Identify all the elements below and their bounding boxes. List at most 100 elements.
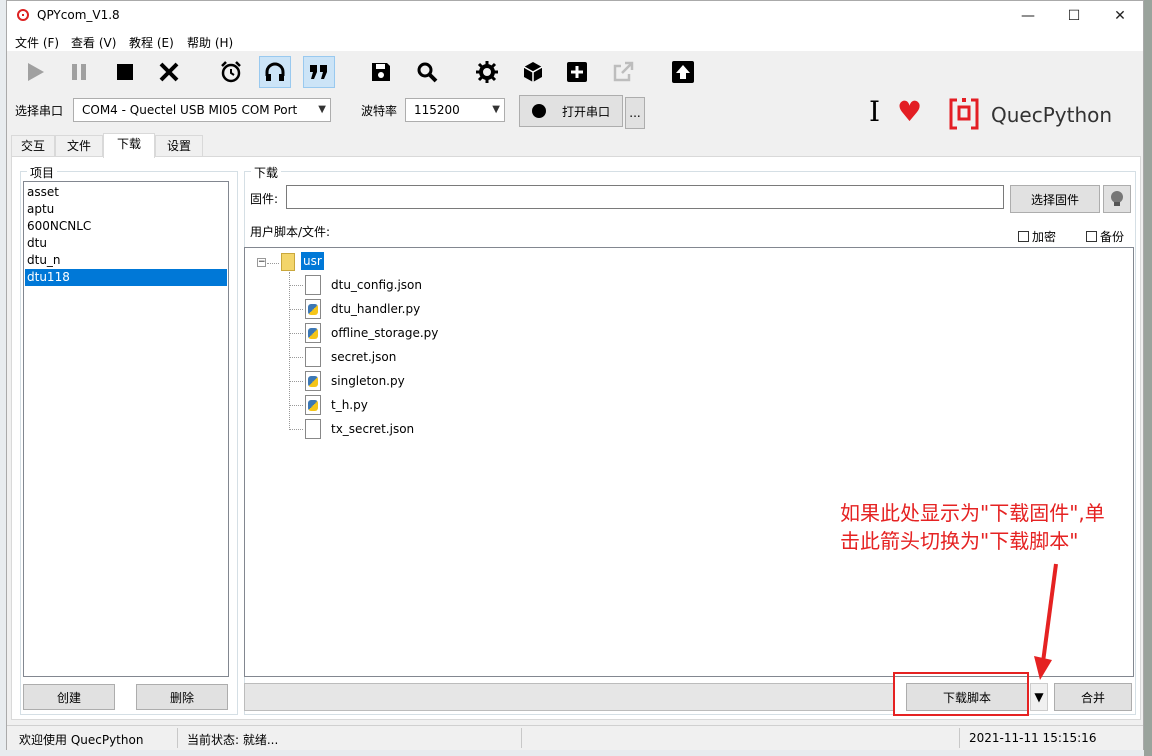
list-item-selected[interactable]: dtu118 <box>25 269 227 286</box>
tree-file-item[interactable]: dtu_handler.py <box>305 299 420 319</box>
python-file-icon <box>305 299 321 319</box>
quote-icon[interactable] <box>303 56 335 88</box>
tree-file-item[interactable]: singleton.py <box>305 371 405 391</box>
close-window-button[interactable]: ✕ <box>1097 1 1143 31</box>
tree-file-name: singleton.py <box>331 374 405 388</box>
checkbox-box <box>1018 231 1029 242</box>
title-bar: QPYcom_V1.8 — ☐ ✕ <box>7 1 1143 31</box>
tree-connector <box>267 263 279 264</box>
download-mode-dropdown[interactable]: ▼ <box>1030 683 1048 711</box>
tab-file[interactable]: 文件 <box>55 135 103 157</box>
lightbulb-button[interactable] <box>1103 185 1131 213</box>
project-group-title: 项目 <box>27 164 58 181</box>
chevron-down-icon: ▼ <box>318 104 326 115</box>
status-state: 当前状态: 就绪... <box>187 733 279 747</box>
firmware-path-input[interactable] <box>286 185 1004 209</box>
annotation-line-2: 击此箭头切换为"下载脚本" <box>840 529 1079 553</box>
tab-settings[interactable]: 设置 <box>155 135 203 157</box>
json-file-icon <box>305 419 321 439</box>
menu-tutorial[interactable]: 教程 (E) <box>129 34 174 51</box>
window-title: QPYcom_V1.8 <box>37 8 120 22</box>
save-icon[interactable] <box>365 56 397 88</box>
tree-file-item[interactable]: t_h.py <box>305 395 368 415</box>
tree-connector <box>289 285 303 286</box>
status-bar: 欢迎使用 QuecPython 当前状态: 就绪... 2021-11-11 1… <box>7 725 1143 750</box>
list-item[interactable]: 600NCNLC <box>25 218 227 235</box>
list-item[interactable]: aptu <box>25 201 227 218</box>
status-divider <box>959 728 960 748</box>
status-divider <box>521 728 522 748</box>
maximize-button[interactable]: ☐ <box>1051 1 1097 31</box>
tree-connector <box>289 357 303 358</box>
gear-icon[interactable] <box>471 56 503 88</box>
list-item[interactable]: asset <box>25 184 227 201</box>
encrypt-checkbox[interactable]: 加密 <box>1018 228 1056 245</box>
tree-file-name: dtu_handler.py <box>331 302 421 316</box>
menu-file[interactable]: 文件 (F) <box>15 34 59 51</box>
backup-checkbox[interactable]: 备份 <box>1086 228 1124 245</box>
play-icon[interactable] <box>19 56 51 88</box>
tab-download[interactable]: 下载 <box>103 133 155 158</box>
python-file-icon <box>305 323 321 343</box>
port-label: 选择串口 <box>15 104 64 118</box>
create-project-button[interactable]: 创建 <box>23 684 115 710</box>
python-file-icon <box>305 395 321 415</box>
tree-file-name: tx_secret.json <box>331 422 415 436</box>
menu-view[interactable]: 查看 (V) <box>71 34 116 51</box>
scripts-label: 用户脚本/文件: <box>250 225 331 239</box>
heart-icon: ♥ <box>897 95 923 128</box>
firmware-label: 固件: <box>250 192 279 206</box>
python-file-icon <box>305 371 321 391</box>
search-icon[interactable] <box>411 56 443 88</box>
headset-icon[interactable] <box>259 56 291 88</box>
tree-file-item[interactable]: tx_secret.json <box>305 419 414 439</box>
list-item[interactable]: dtu <box>25 235 227 252</box>
export-icon[interactable] <box>607 56 639 88</box>
port-select[interactable]: COM4 - Quectel USB MI05 COM Port ▼ <box>73 98 331 122</box>
tree-connector <box>289 405 303 406</box>
tree-connector <box>289 381 303 382</box>
encrypt-label: 加密 <box>1032 230 1057 244</box>
download-progress-bar <box>244 683 894 711</box>
text-cursor-icon: I <box>869 95 881 128</box>
tree-file-item[interactable]: secret.json <box>305 347 396 367</box>
cube-icon[interactable] <box>517 56 549 88</box>
menu-bar: 文件 (F) 查看 (V) 教程 (E) 帮助 (H) <box>7 31 1143 51</box>
more-options-button[interactable]: ... <box>625 97 645 129</box>
file-tree[interactable]: − usr dtu_config.json dtu_handler.py off… <box>244 247 1134 677</box>
tree-file-name: offline_storage.py <box>331 326 439 340</box>
plus-icon[interactable] <box>561 56 593 88</box>
choose-firmware-button[interactable]: 选择固件 <box>1010 185 1100 213</box>
tree-file-item[interactable]: dtu_config.json <box>305 275 422 295</box>
baud-label: 波特率 <box>361 104 398 118</box>
alarm-clock-icon[interactable] <box>215 56 247 88</box>
tree-connector <box>289 429 303 430</box>
tree-connector <box>289 272 290 430</box>
upload-icon[interactable] <box>667 56 699 88</box>
open-port-button[interactable]: 打开串口 <box>519 95 623 127</box>
json-file-icon <box>305 275 321 295</box>
status-datetime: 2021-11-11 15:15:16 <box>969 731 1097 745</box>
tree-file-item[interactable]: offline_storage.py <box>305 323 438 343</box>
tree-connector <box>289 333 303 334</box>
annotation-line-1: 如果此处显示为"下载固件",单 <box>840 501 1105 525</box>
pause-icon[interactable] <box>63 56 95 88</box>
backup-label: 备份 <box>1100 230 1125 244</box>
download-group-title: 下载 <box>251 164 282 181</box>
close-icon[interactable] <box>153 56 185 88</box>
merge-button[interactable]: 合并 <box>1054 683 1132 711</box>
open-port-label: 打开串口 <box>561 104 610 119</box>
download-panel: 项目 asset aptu 600NCNLC dtu dtu_n dtu118 … <box>11 156 1141 720</box>
menu-help[interactable]: 帮助 (H) <box>187 34 233 51</box>
tree-expand-toggle[interactable]: − <box>257 258 266 267</box>
minimize-button[interactable]: — <box>1005 1 1051 31</box>
baud-select[interactable]: 115200 ▼ <box>405 98 505 122</box>
project-list[interactable]: asset aptu 600NCNLC dtu dtu_n dtu118 <box>23 181 229 677</box>
tree-root-usr[interactable]: usr <box>301 252 324 270</box>
status-welcome: 欢迎使用 QuecPython <box>19 733 144 747</box>
stop-icon[interactable] <box>109 56 141 88</box>
chevron-down-icon: ▼ <box>492 104 500 115</box>
delete-project-button[interactable]: 删除 <box>136 684 228 710</box>
list-item[interactable]: dtu_n <box>25 252 227 269</box>
tab-interact[interactable]: 交互 <box>11 135 55 157</box>
